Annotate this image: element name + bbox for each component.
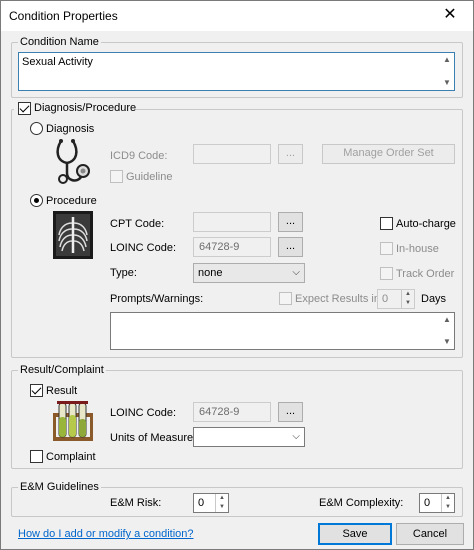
track-order-checkbox[interactable] bbox=[380, 267, 393, 280]
track-order-label: Track Order bbox=[396, 268, 455, 280]
save-button[interactable]: Save bbox=[318, 523, 392, 545]
procedure-loinc-browse-button[interactable]: ... bbox=[278, 237, 303, 257]
prompts-warnings-label: Prompts/Warnings: bbox=[110, 293, 204, 305]
em-complexity-spinner[interactable]: 0 ▲ ▼ bbox=[419, 493, 455, 513]
diagnosis-procedure-label: Diagnosis/Procedure bbox=[34, 102, 137, 114]
procedure-loinc-input[interactable]: 64728-9 bbox=[193, 237, 271, 257]
cancel-button[interactable]: Cancel bbox=[396, 523, 464, 545]
diagnosis-label: Diagnosis bbox=[46, 123, 95, 135]
diagnosis-radio[interactable] bbox=[30, 122, 43, 135]
em-complexity-label: E&M Complexity: bbox=[319, 497, 404, 509]
icd9-browse-button[interactable]: ... bbox=[278, 144, 303, 164]
close-icon[interactable]: ✕ bbox=[435, 4, 465, 26]
cpt-code-label: CPT Code: bbox=[110, 218, 165, 230]
scroll-up-icon[interactable]: ▲ bbox=[442, 315, 452, 325]
complaint-label: Complaint bbox=[46, 451, 96, 463]
title-bar: Condition Properties ✕ bbox=[1, 1, 473, 31]
condition-name-input[interactable]: Sexual Activity ▲ ▼ bbox=[18, 52, 455, 91]
chevron-down-icon: ⌵ bbox=[292, 267, 300, 278]
guideline-label: Guideline bbox=[126, 171, 173, 183]
condition-name-value: Sexual Activity bbox=[22, 56, 93, 68]
scroll-down-icon[interactable]: ▼ bbox=[442, 337, 452, 347]
type-label: Type: bbox=[110, 267, 137, 279]
chevron-down-icon: ⌵ bbox=[292, 431, 300, 442]
expect-results-value: 0 bbox=[382, 293, 389, 305]
icd9-code-input[interactable] bbox=[193, 144, 271, 164]
stethoscope-icon bbox=[56, 139, 90, 184]
spinner-arrows-icon[interactable]: ▲ ▼ bbox=[215, 494, 228, 512]
help-link[interactable]: How do I add or modify a condition? bbox=[18, 528, 194, 540]
cpt-browse-button[interactable]: ... bbox=[278, 212, 303, 232]
result-loinc-input[interactable]: 64728-9 bbox=[193, 402, 271, 422]
auto-charge-label: Auto-charge bbox=[396, 218, 456, 230]
test-tubes-icon bbox=[53, 401, 93, 441]
result-loinc-label: LOINC Code: bbox=[110, 407, 177, 419]
scroll-down-icon[interactable]: ▼ bbox=[442, 78, 452, 88]
procedure-label: Procedure bbox=[46, 195, 97, 207]
type-select-value: none bbox=[198, 267, 223, 279]
prompts-warnings-input[interactable]: ▲ ▼ bbox=[110, 312, 455, 350]
complaint-checkbox[interactable] bbox=[30, 450, 43, 463]
spinner-arrows-icon[interactable]: ▲ ▼ bbox=[401, 290, 414, 308]
in-house-label: In-house bbox=[396, 243, 439, 255]
window-title: Condition Properties bbox=[9, 9, 118, 23]
procedure-loinc-label: LOINC Code: bbox=[110, 242, 177, 254]
units-of-measure-select[interactable]: ⌵ bbox=[193, 427, 305, 447]
expect-results-label: Expect Results in: bbox=[295, 293, 384, 305]
em-guidelines-legend: E&M Guidelines bbox=[18, 481, 101, 493]
in-house-checkbox[interactable] bbox=[380, 242, 393, 255]
guideline-checkbox[interactable] bbox=[110, 170, 123, 183]
spinner-arrows-icon[interactable]: ▲ ▼ bbox=[441, 494, 454, 512]
diagnosis-procedure-checkbox[interactable] bbox=[18, 102, 31, 115]
result-checkbox[interactable] bbox=[30, 384, 43, 397]
xray-icon bbox=[53, 211, 93, 259]
manage-order-set-button[interactable]: Manage Order Set bbox=[322, 144, 455, 164]
scroll-up-icon[interactable]: ▲ bbox=[442, 55, 452, 65]
expect-results-spinner[interactable]: 0 ▲ ▼ bbox=[377, 289, 415, 309]
auto-charge-checkbox[interactable] bbox=[380, 217, 393, 230]
condition-name-legend: Condition Name bbox=[18, 36, 101, 48]
procedure-radio[interactable] bbox=[30, 194, 43, 207]
icd9-code-label: ICD9 Code: bbox=[110, 150, 168, 162]
type-select[interactable]: none ⌵ bbox=[193, 263, 305, 283]
em-risk-value: 0 bbox=[198, 497, 205, 509]
cpt-code-input[interactable] bbox=[193, 212, 271, 232]
result-loinc-browse-button[interactable]: ... bbox=[278, 402, 303, 422]
em-risk-label: E&M Risk: bbox=[110, 497, 162, 509]
condition-properties-dialog: Condition Properties ✕ Condition Name Se… bbox=[0, 0, 474, 550]
result-label: Result bbox=[46, 385, 78, 397]
em-risk-spinner[interactable]: 0 ▲ ▼ bbox=[193, 493, 229, 513]
result-complaint-legend: Result/Complaint bbox=[18, 364, 106, 376]
expect-results-checkbox[interactable] bbox=[279, 292, 292, 305]
days-label: Days bbox=[421, 293, 447, 305]
em-complexity-value: 0 bbox=[424, 497, 431, 509]
units-of-measure-label: Units of Measure: bbox=[110, 432, 197, 444]
